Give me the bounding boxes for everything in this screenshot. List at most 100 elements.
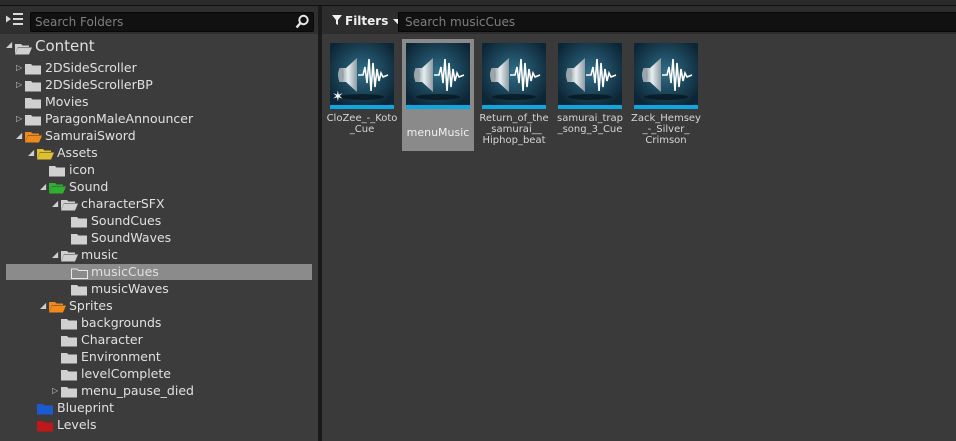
asset-tile[interactable]: ✶ CloZee_-_Koto _Cue [326, 39, 398, 151]
tree-item-label: menu_pause_died [81, 383, 194, 398]
folder-search-field[interactable] [30, 12, 314, 32]
folder-icon [61, 369, 77, 381]
folder-icon [25, 80, 41, 92]
sources-panel-toggle-icon[interactable] [5, 12, 25, 28]
sound-cue-icon [558, 43, 622, 107]
filters-button[interactable]: Filters [328, 12, 408, 30]
folder-icon [61, 318, 77, 330]
tree-item-musiccues[interactable]: musicCues [6, 264, 312, 280]
tree-item-content[interactable]: ◢ Content [6, 37, 312, 55]
tree-item-levelcomplete[interactable]: levelComplete [6, 366, 312, 382]
folder-icon [15, 41, 32, 55]
expanded-arrow-icon[interactable]: ◢ [52, 196, 60, 212]
folder-icon [37, 403, 53, 415]
tree-item-2dsidescrollerbp[interactable]: ▷ 2DSideScrollerBP [6, 77, 312, 93]
tree-item-label: SoundWaves [91, 230, 172, 245]
expanded-arrow-icon[interactable]: ◢ [6, 37, 14, 53]
folder-icon [71, 267, 88, 279]
asset-toolbar: Filters [322, 6, 956, 34]
tree-item-label: characterSFX [81, 196, 165, 211]
tree-item-music[interactable]: ◢ music [6, 247, 312, 263]
folder-icon [61, 335, 77, 347]
folder-icon [49, 301, 66, 313]
asset-name: Return_of_the _samurai__ Hiphop_beat [479, 113, 549, 146]
new-asset-star-icon: ✶ [332, 89, 344, 105]
collapsed-arrow-icon[interactable]: ▷ [52, 383, 60, 399]
tree-item-soundwaves[interactable]: SoundWaves [6, 230, 312, 246]
folder-icon [71, 233, 87, 245]
tree-item-menu_pause_died[interactable]: ▷ menu_pause_died [6, 383, 312, 399]
tree-item-soundcues[interactable]: SoundCues [6, 213, 312, 229]
tree-item-label: SamuraiSword [45, 128, 136, 143]
tree-item-levels[interactable]: Levels [6, 417, 312, 433]
tree-item-label: Environment [81, 349, 161, 364]
folder-icon [71, 284, 87, 296]
expanded-arrow-icon[interactable]: ◢ [40, 298, 48, 314]
tree-item-label: Assets [57, 145, 98, 160]
asset-name: Zack_Hemsey _-_Silver_ Crimson [631, 113, 701, 146]
asset-name: samurai_trap _song_3_Cue [557, 113, 623, 135]
tree-item-label: Character [81, 332, 143, 347]
tree-item-samuraisword[interactable]: ◢ SamuraiSword [6, 128, 312, 144]
tree-item-label: Movies [45, 94, 89, 109]
folder-icon [71, 216, 87, 228]
tree-item-paragonmaleannouncer[interactable]: ▷ ParagonMaleAnnouncer [6, 111, 312, 127]
tree-item-character[interactable]: Character [6, 332, 312, 348]
search-icon[interactable] [295, 14, 310, 29]
tree-item-label: ParagonMaleAnnouncer [45, 111, 194, 126]
tree-item-label: backgrounds [81, 315, 162, 330]
collapsed-arrow-icon[interactable]: ▷ [16, 77, 24, 93]
folder-icon [25, 114, 41, 126]
folder-icon [61, 250, 78, 262]
asset-tile[interactable]: Zack_Hemsey _-_Silver_ Crimson [630, 39, 702, 151]
asset-tile[interactable]: Return_of_the _samurai__ Hiphop_beat [478, 39, 550, 151]
tree-item-sprites[interactable]: ◢ Sprites [6, 298, 312, 314]
tree-item-environment[interactable]: Environment [6, 349, 312, 365]
tree-item-label: musicWaves [91, 281, 169, 296]
collapsed-arrow-icon[interactable]: ▷ [16, 60, 24, 76]
tree-item-icon[interactable]: icon [6, 162, 312, 178]
tree-item-assets[interactable]: ◢ Assets [6, 145, 312, 161]
tree-item-2dsidescroller[interactable]: ▷ 2DSideScroller [6, 60, 312, 76]
folder-icon [25, 63, 41, 75]
tree-item-label: 2DSideScrollerBP [45, 77, 153, 92]
expanded-arrow-icon[interactable]: ◢ [16, 128, 24, 144]
tree-item-backgrounds[interactable]: backgrounds [6, 315, 312, 331]
tree-item-label: musicCues [91, 264, 159, 279]
sound-cue-icon [634, 43, 698, 107]
filters-label: Filters [345, 14, 389, 28]
folder-icon [49, 165, 65, 177]
folder-tree-panel: ◢ Content ▷ 2DSideScroller ▷ 2DSideScrollerBP… [0, 6, 322, 441]
asset-type-bar [558, 105, 622, 109]
folder-search-input[interactable] [35, 13, 285, 31]
asset-tile[interactable]: samurai_trap _song_3_Cue [554, 39, 626, 151]
asset-type-bar [634, 105, 698, 109]
asset-search-input[interactable] [405, 13, 945, 31]
asset-view-panel: Filters ✶ CloZee_-_Koto _Cue menuMusic Retu… [322, 6, 956, 441]
asset-type-bar [406, 105, 470, 109]
sound-cue-icon [482, 43, 546, 107]
tree-item-movies[interactable]: Movies [6, 94, 312, 110]
tree-item-label: SoundCues [91, 213, 162, 228]
tree-item-label: icon [69, 162, 95, 177]
expanded-arrow-icon[interactable]: ◢ [40, 179, 48, 195]
expanded-arrow-icon[interactable]: ◢ [28, 145, 36, 161]
tree-item-charactersfx[interactable]: ◢ characterSFX [6, 196, 312, 212]
tree-item-label: music [81, 247, 118, 262]
tree-item-blueprint[interactable]: Blueprint [6, 400, 312, 416]
collapsed-arrow-icon[interactable]: ▷ [16, 111, 24, 127]
expanded-arrow-icon[interactable]: ◢ [52, 247, 60, 263]
asset-search-field[interactable] [398, 12, 956, 32]
asset-name: CloZee_-_Koto _Cue [326, 113, 398, 135]
tree-item-label: levelComplete [81, 366, 171, 381]
folder-icon [37, 420, 53, 432]
asset-name: menuMusic [406, 127, 470, 139]
tree-item-musicwaves[interactable]: musicWaves [6, 281, 312, 297]
tree-item-sound[interactable]: ◢ Sound [6, 179, 312, 195]
asset-tile[interactable]: menuMusic [402, 39, 474, 151]
folder-icon [61, 352, 77, 364]
tree-item-label: Levels [57, 417, 97, 432]
folder-icon [25, 131, 42, 143]
asset-type-bar [330, 105, 394, 109]
folder-icon [37, 148, 54, 160]
